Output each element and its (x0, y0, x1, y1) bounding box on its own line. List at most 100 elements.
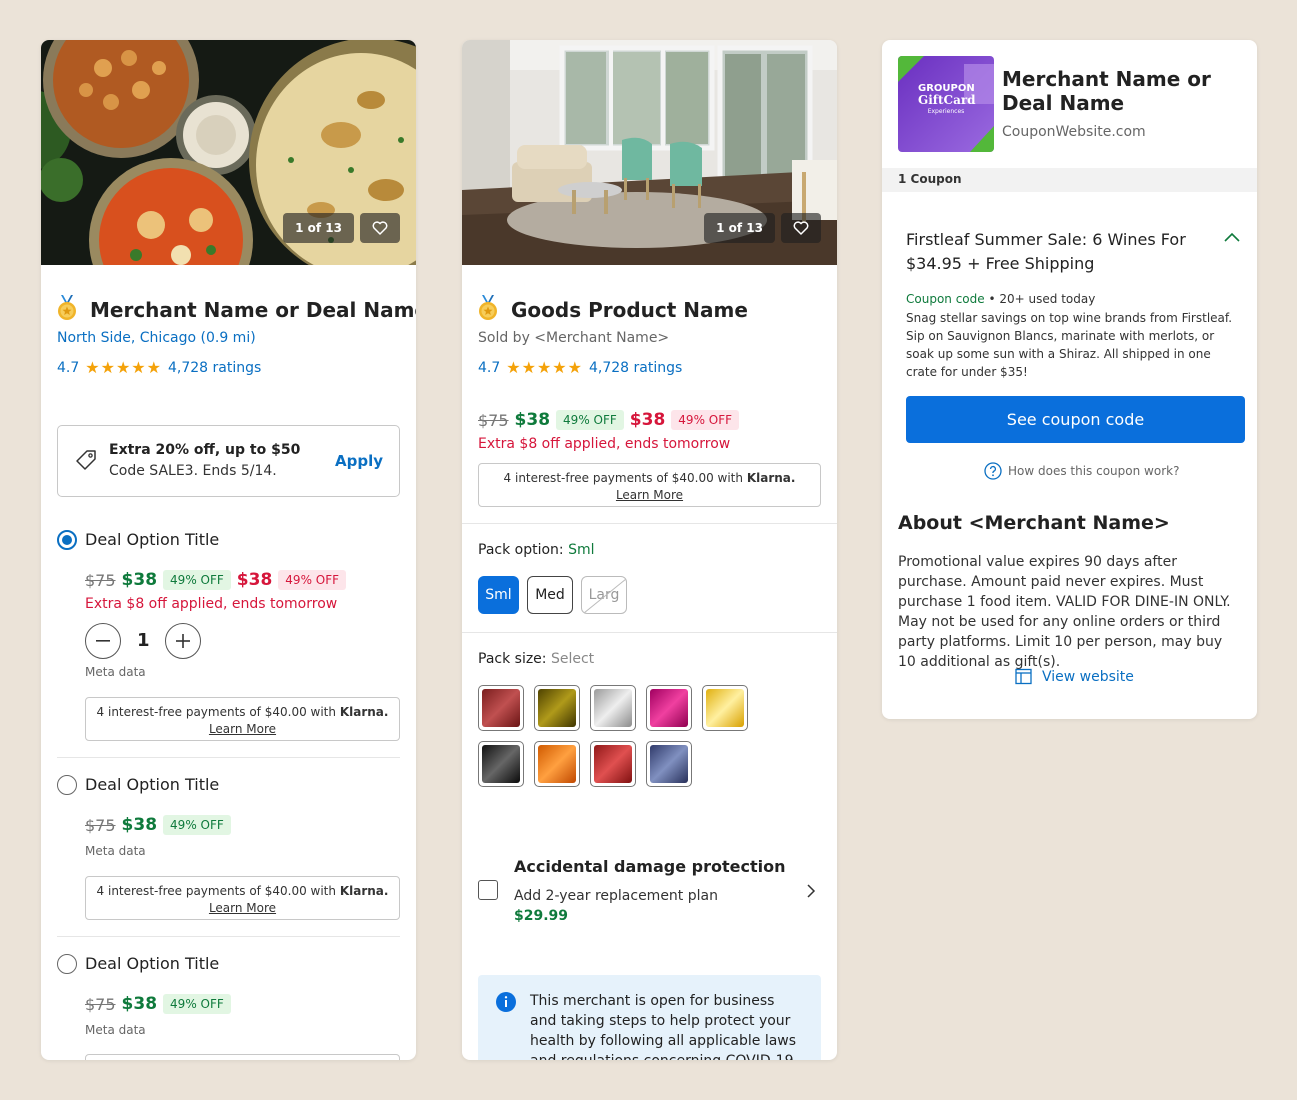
original-price: $75 (85, 994, 116, 1014)
klarna-text-row: 4 interest-free payments of $40.00 with … (86, 704, 399, 721)
klarna-banner-1[interactable]: 4 interest-free payments of $40.00 with … (85, 697, 400, 741)
klarna-banner-3[interactable] (85, 1054, 400, 1060)
logo-experiences: Experiences (927, 108, 965, 115)
divider (57, 757, 400, 758)
price-row-1: $75 $38 49% OFF $38 49% OFF (85, 570, 347, 590)
rating-row[interactable]: 4.7 ★★★★★ 4,728 ratings (57, 358, 261, 377)
klarna-brand: Klarna. (746, 471, 796, 485)
ratings-count: 4,728 ratings (167, 359, 262, 376)
swatch-silver[interactable] (590, 685, 636, 731)
coupon-help-link[interactable]: How does this coupon work? (984, 462, 1179, 480)
meta-data-1: Meta data (85, 665, 146, 679)
original-price: $75 (85, 815, 116, 835)
coupon-website[interactable]: CouponWebsite.com (1002, 124, 1146, 140)
medal-icon (58, 295, 76, 320)
price-row-2: $75 $38 49% OFF (85, 815, 231, 835)
increment-button[interactable] (165, 623, 201, 659)
deal-option-radio-1[interactable] (57, 530, 77, 550)
coupon-type-row: Coupon code • 20+ used today (906, 292, 1095, 306)
swatch-black[interactable] (478, 741, 524, 787)
medal-icon (479, 295, 497, 320)
pack-option-med[interactable]: Med (527, 576, 573, 614)
klarna-text: 4 interest-free payments of $40.00 with (96, 884, 336, 898)
minus-icon (96, 640, 110, 642)
pack-option-label-row: Pack option: Sml (478, 542, 595, 558)
klarna-banner[interactable]: 4 interest-free payments of $40.00 with … (478, 463, 821, 507)
discount-badge: 49% OFF (163, 815, 231, 835)
star-rating-icon: ★★★★★ (85, 358, 162, 377)
deal-title: Merchant Name or Deal Name (90, 298, 416, 322)
coupon-count-bar: 1 Coupon (882, 168, 1257, 192)
deal-option-radio-2[interactable] (57, 775, 77, 795)
original-price: $75 (478, 410, 509, 430)
extra-discount-note: Extra $8 off applied, ends tomorrow (478, 436, 731, 452)
logo-giftcard: GiftCard (918, 93, 976, 107)
deal-price: $38 (121, 994, 158, 1014)
coupon-help-text: How does this coupon work? (1008, 464, 1180, 478)
coupon-usage: • 20+ used today (988, 292, 1096, 306)
product-hero-image[interactable]: 1 of 13 (462, 40, 837, 265)
question-icon (984, 462, 1002, 480)
deal-option-radio-3[interactable] (57, 954, 77, 974)
coupon-description: Snag stellar savings on top wine brands … (906, 311, 1233, 379)
groupon-gift-card-logo: GROUPON GiftCard Experiences (898, 56, 994, 152)
klarna-banner-2[interactable]: 4 interest-free payments of $40.00 with … (85, 876, 400, 920)
original-price: $75 (85, 570, 116, 590)
swatch-red[interactable] (590, 741, 636, 787)
swatch-yellow[interactable] (702, 685, 748, 731)
extra-deal-price: $38 (236, 570, 273, 590)
discount-badge: 49% OFF (163, 570, 231, 590)
rating-value: 4.7 (57, 359, 80, 376)
klarna-text-row: 4 interest-free payments of $40.00 with … (479, 470, 820, 487)
merchant-location-link[interactable]: North Side, Chicago (0.9 mi) (57, 330, 256, 346)
protection-price: $29.99 (514, 908, 569, 924)
view-website-link[interactable]: View website (1015, 668, 1134, 685)
deal-option-title-2[interactable]: Deal Option Title (85, 775, 219, 794)
divider (57, 936, 400, 937)
favorite-button[interactable] (781, 213, 821, 243)
discount-badge: 49% OFF (163, 994, 231, 1014)
info-icon (496, 992, 516, 1012)
price-row-3: $75 $38 49% OFF (85, 994, 231, 1014)
protection-title: Accidental damage protection (514, 857, 786, 876)
swatch-magenta[interactable] (646, 685, 692, 731)
meta-data-3: Meta data (85, 1023, 146, 1037)
covid-notice-text: This merchant is open for business and t… (530, 993, 797, 1060)
heart-icon (793, 221, 809, 235)
see-coupon-code-button[interactable]: See coupon code (906, 396, 1245, 443)
favorite-button[interactable] (360, 213, 400, 243)
view-website-text: View website (1042, 668, 1134, 685)
deal-option-title-3[interactable]: Deal Option Title (85, 954, 219, 973)
pack-size-value: Select (550, 651, 595, 667)
klarna-brand: Klarna. (339, 884, 389, 898)
discount-badge: 49% OFF (556, 410, 624, 430)
image-counter: 1 of 13 (704, 213, 775, 243)
swatch-maroon[interactable] (478, 685, 524, 731)
pack-option-sml[interactable]: Sml (478, 576, 519, 614)
pack-option-value: Sml (568, 542, 595, 558)
pack-size-label: Pack size: (478, 651, 547, 667)
food-hero-image[interactable]: 1 of 13 (41, 40, 416, 265)
deal-option-title-1[interactable]: Deal Option Title (85, 530, 219, 549)
klarna-learn-more-link[interactable]: Learn More (86, 721, 399, 738)
rating-row[interactable]: 4.7 ★★★★★ 4,728 ratings (478, 358, 682, 377)
decrement-button[interactable] (85, 623, 121, 659)
klarna-text-row: 4 interest-free payments of $40.00 with … (86, 883, 399, 900)
klarna-learn-more-link[interactable]: Learn More (479, 487, 820, 504)
swatch-olive-gold[interactable] (534, 685, 580, 731)
pack-option-larg[interactable]: Larg (581, 576, 627, 614)
swatch-slate-blue[interactable] (646, 741, 692, 787)
protection-checkbox[interactable] (478, 880, 498, 900)
star-rating-icon: ★★★★★ (506, 358, 583, 377)
klarna-learn-more-link[interactable]: Learn More (86, 900, 399, 917)
meta-data-2: Meta data (85, 844, 146, 858)
plus-icon (176, 634, 190, 648)
image-counter: 1 of 13 (283, 213, 354, 243)
swatch-orange[interactable] (534, 741, 580, 787)
chevron-right-icon[interactable] (805, 883, 817, 899)
gift-card-logo-text: GROUPON GiftCard Experiences (918, 84, 976, 115)
klarna-text: 4 interest-free payments of $40.00 with (503, 471, 743, 485)
chevron-up-icon[interactable] (1223, 231, 1241, 243)
apply-promo-button[interactable]: Apply (335, 452, 383, 470)
coupon-title[interactable]: Firstleaf Summer Sale: 6 Wines For $34.9… (906, 228, 1206, 276)
